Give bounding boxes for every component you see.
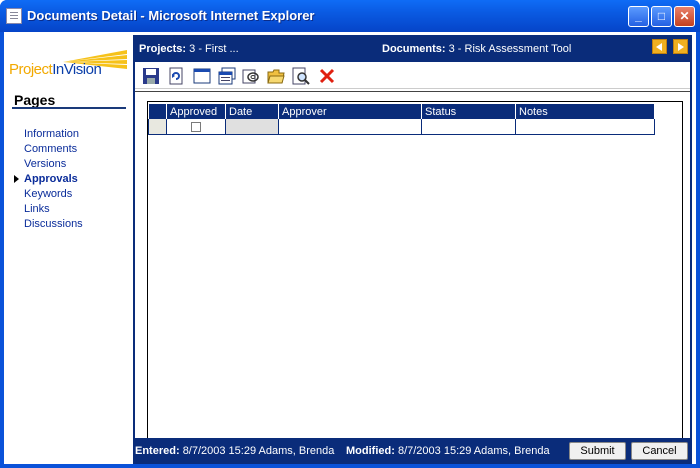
logo-text-project: Project [9, 61, 53, 78]
current-page-marker-icon [14, 175, 19, 183]
list-icon[interactable] [218, 67, 236, 85]
document-icon [6, 8, 22, 24]
document-info: Documents: 3 - Risk Assessment Tool [382, 43, 571, 55]
preview-icon[interactable] [292, 67, 310, 85]
title-bar[interactable]: Documents Detail - Microsoft Internet Ex… [0, 0, 700, 32]
minimize-button[interactable]: _ [628, 6, 649, 27]
sidebar-item-versions[interactable]: Versions [24, 157, 83, 172]
sidebar-item-keywords[interactable]: Keywords [24, 187, 83, 202]
row-selector[interactable] [148, 119, 167, 135]
column-notes[interactable]: Notes [515, 104, 655, 119]
approvals-table: Approved Date Approver Status Notes [148, 104, 655, 135]
attach-icon[interactable] [242, 67, 260, 85]
approvals-grid-container: Approved Date Approver Status Notes [147, 101, 683, 454]
entered-label: Entered: [135, 445, 180, 457]
modified-value: 8/7/2003 15:29 Adams, Brenda [397, 445, 550, 457]
previous-document-button[interactable] [652, 39, 667, 54]
entered-info: Entered: 8/7/2003 15:29 Adams, Brenda [135, 445, 334, 457]
column-approved[interactable]: Approved [166, 104, 226, 119]
notes-cell[interactable] [515, 119, 655, 135]
arrow-right-icon [678, 43, 684, 51]
toolbar-divider-dark [135, 91, 690, 92]
sidebar-item-information[interactable]: Information [24, 127, 83, 142]
cancel-button[interactable]: Cancel [631, 442, 688, 460]
window-title: Documents Detail - Microsoft Internet Ex… [27, 8, 315, 23]
documents-label: Documents: [382, 43, 446, 55]
close-button[interactable]: ✕ [674, 6, 695, 27]
save-icon[interactable] [142, 67, 160, 85]
projectinvision-logo: ProjectInVision [9, 48, 127, 80]
arrow-left-icon [656, 43, 662, 51]
footer-bar: Entered: 8/7/2003 15:29 Adams, Brenda Mo… [133, 438, 692, 464]
delete-icon[interactable] [318, 67, 336, 85]
main-panel: Projects: 3 - First ... Documents: 3 - R… [133, 35, 692, 464]
sidebar-nav: Information Comments Versions Approvals … [14, 127, 83, 232]
refresh-icon[interactable] [167, 67, 185, 85]
submit-button[interactable]: Submit [569, 442, 626, 460]
modified-info: Modified: 8/7/2003 15:29 Adams, Brenda [346, 445, 550, 457]
maximize-button[interactable]: □ [651, 6, 672, 27]
projects-label: Projects: [139, 43, 187, 55]
table-header-row: Approved Date Approver Status Notes [148, 104, 655, 119]
info-bar: Projects: 3 - First ... Documents: 3 - R… [133, 35, 692, 62]
approved-cell [166, 119, 226, 135]
new-window-icon[interactable] [193, 67, 211, 85]
toolbar-divider [135, 88, 690, 89]
column-date[interactable]: Date [225, 104, 279, 119]
entered-value: 8/7/2003 15:29 Adams, Brenda [182, 445, 335, 457]
date-cell[interactable] [225, 119, 279, 135]
approver-cell[interactable] [278, 119, 422, 135]
pages-heading: Pages [14, 92, 56, 108]
sidebar-item-links[interactable]: Links [24, 202, 83, 217]
table-row [148, 119, 655, 135]
content-area: Approved Date Approver Status Notes [135, 62, 690, 457]
sidebar-item-discussions[interactable]: Discussions [24, 217, 83, 232]
pages-divider [12, 107, 126, 109]
modified-label: Modified: [346, 445, 395, 457]
project-info: Projects: 3 - First ... [139, 43, 239, 55]
open-folder-icon[interactable] [267, 67, 285, 85]
status-cell[interactable] [421, 119, 516, 135]
sidebar-item-comments[interactable]: Comments [24, 142, 83, 157]
next-document-button[interactable] [673, 39, 688, 54]
sidebar-item-approvals[interactable]: Approvals [14, 172, 83, 187]
projects-value: 3 - First ... [189, 43, 239, 55]
documents-value: 3 - Risk Assessment Tool [448, 43, 572, 55]
approved-checkbox[interactable] [191, 121, 201, 132]
row-header-column [148, 104, 167, 119]
sidebar-item-label: Approvals [24, 173, 78, 185]
column-approver[interactable]: Approver [278, 104, 422, 119]
logo-text-invision: InVision [52, 61, 102, 78]
column-status[interactable]: Status [421, 104, 516, 119]
